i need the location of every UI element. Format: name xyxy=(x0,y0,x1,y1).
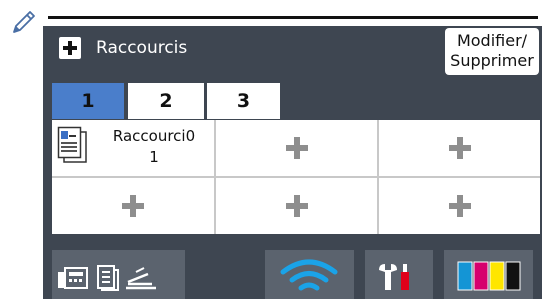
header-divider-line xyxy=(48,16,538,19)
shortcut-label: Raccourci0 1 xyxy=(112,127,196,166)
ink-level-button[interactable] xyxy=(444,250,533,299)
wifi-button[interactable] xyxy=(265,250,354,299)
fax-copy-scan-button[interactable] xyxy=(52,250,185,299)
shortcut-slot-4[interactable] xyxy=(52,178,214,234)
shortcut-slot-2[interactable] xyxy=(216,120,377,176)
add-plus-icon xyxy=(285,195,308,217)
add-plus-icon xyxy=(122,195,144,217)
wifi-icon xyxy=(280,259,338,291)
shortcut-slot-5[interactable] xyxy=(216,178,377,234)
modify-delete-button[interactable]: Modifier/ Supprimer xyxy=(445,28,539,75)
add-plus-icon xyxy=(448,195,471,217)
shortcut-add-icon xyxy=(59,37,81,59)
tab-3[interactable]: 3 xyxy=(207,83,280,119)
pencil-note-icon xyxy=(13,11,35,33)
shortcut-grid: Raccourci0 1 xyxy=(52,120,540,234)
delete-label: Supprimer xyxy=(450,51,534,70)
printer-touchscreen: Raccourcis Modifier/ Supprimer 1 2 3 Rac… xyxy=(43,26,542,299)
screen-title: Raccourcis xyxy=(96,38,188,58)
tab-1[interactable]: 1 xyxy=(52,83,124,119)
ink-cartridge-icon xyxy=(457,261,521,291)
add-plus-icon xyxy=(285,137,308,159)
tab-2[interactable]: 2 xyxy=(128,83,204,119)
copy-document-icon xyxy=(57,126,87,163)
shortcut-slot-3[interactable] xyxy=(379,120,540,176)
fax-copy-scan-icon xyxy=(58,265,156,291)
shortcut-slot-6[interactable] xyxy=(379,178,540,234)
settings-button[interactable] xyxy=(365,250,433,299)
settings-tools-icon xyxy=(379,264,409,290)
shortcut-slot-1[interactable]: Raccourci0 1 xyxy=(52,120,214,176)
modify-label: Modifier/ xyxy=(456,31,528,50)
add-plus-icon xyxy=(448,137,471,159)
